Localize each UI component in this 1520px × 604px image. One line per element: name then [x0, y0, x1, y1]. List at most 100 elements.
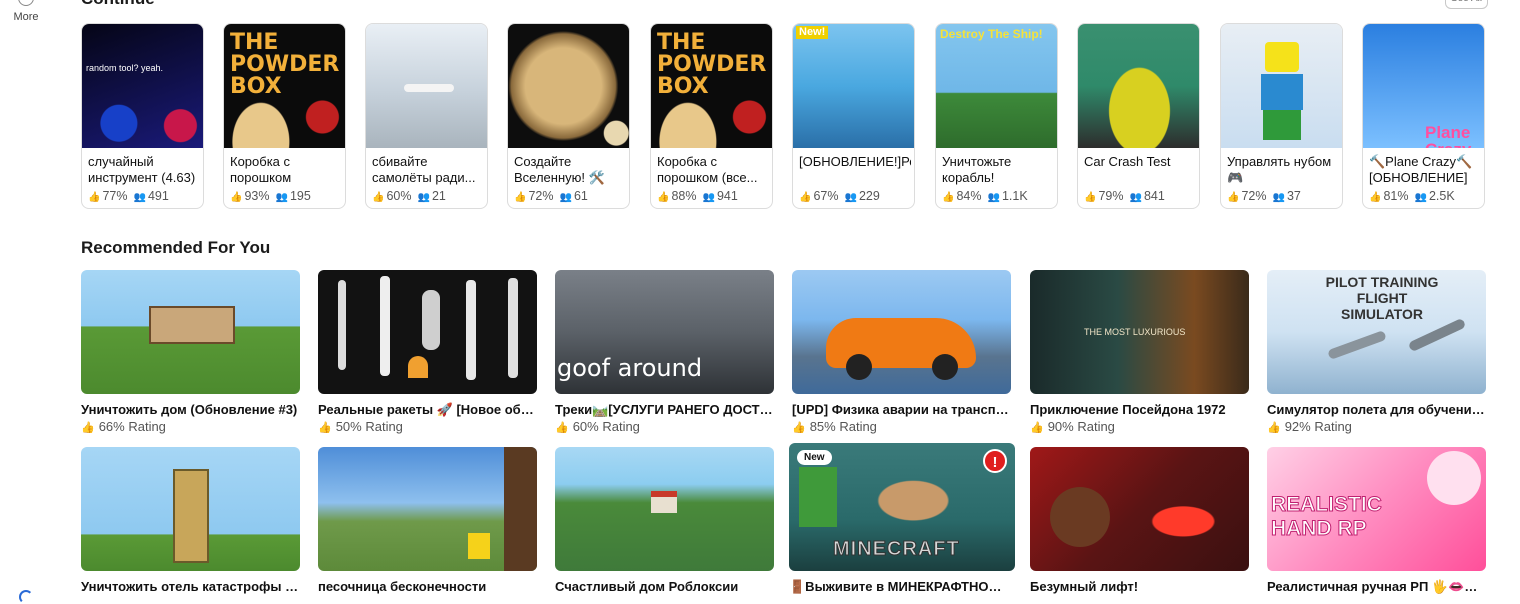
thumbs-up-icon: 👍	[1084, 192, 1097, 203]
rating-value: 66% Rating	[98, 419, 166, 434]
game-title: Коробка с порошком	[230, 154, 292, 185]
thumbs-up-icon: 👍	[799, 192, 812, 203]
game-card[interactable]: Car Crash Test 👍 79% 👥 841	[1077, 23, 1200, 209]
see-all-button[interactable]: See All	[1445, 0, 1488, 9]
rating-value: 72%	[1241, 189, 1267, 203]
game-title: Создайте Вселенную! 🛠️	[514, 154, 605, 185]
rating-value: 88%	[671, 189, 697, 203]
game-rating: 👍 60% Rating	[555, 419, 640, 434]
game-thumbnail	[318, 447, 537, 571]
game-card[interactable]: сбивайте самолёты ради... 👍 60% 👥 21	[365, 23, 488, 209]
recommended-card[interactable]: [UPD] Физика аварии на транспор... 👍 85% …	[792, 270, 1011, 440]
game-card[interactable]: Destroy The Ship! Уничтожьте корабль! 👍 8…	[935, 23, 1058, 209]
recommended-card[interactable]: Безумный лифт!	[1030, 447, 1249, 595]
thumbs-up-icon: 👍	[318, 422, 332, 434]
game-title: [UPD] Физика аварии на транспор...	[792, 402, 1011, 417]
game-card[interactable]: Управлять нубом🎮 👍 72% 👥 37	[1220, 23, 1343, 209]
game-thumbnail: THE POWDER BOX	[651, 24, 772, 148]
more-label[interactable]: More	[0, 11, 52, 23]
players-value: 491	[147, 189, 169, 203]
recommended-card[interactable]: песочница бесконечности	[318, 447, 537, 595]
game-thumbnail	[366, 24, 487, 148]
recommended-section-title: Recommended For You	[81, 238, 271, 257]
players-icon: 👥	[1414, 192, 1427, 203]
game-title: Уничтожить дом (Обновление #3)	[81, 402, 298, 417]
game-thumbnail: New!	[793, 24, 914, 148]
rating-value: 77%	[102, 189, 128, 203]
game-card[interactable]: Plane Crazy 🔨Plane Crazy🔨 [ОБНОВЛЕНИЕ] 👍…	[1362, 23, 1485, 209]
game-thumbnail: PILOT TRAINING FLIGHT SIMULATOR	[1267, 270, 1486, 394]
game-card[interactable]: THE POWDER BOX Коробка с порошком 👍 93% 👥 1…	[223, 23, 346, 209]
game-title: Приключение Посейдона 1972	[1030, 402, 1226, 417]
recommended-card[interactable]: PILOT TRAINING FLIGHT SIMULATOR Симулято…	[1267, 270, 1486, 440]
game-title: Коробка с порошком (все...	[657, 154, 758, 185]
thumbs-up-icon: 👍	[942, 192, 955, 203]
thumbs-up-icon: 👍	[1267, 422, 1281, 434]
thumbs-up-icon: 👍	[88, 192, 101, 203]
loading-icon	[19, 590, 33, 604]
rating-value: 67%	[813, 189, 839, 203]
game-stats: 👍 79% 👥 841	[1084, 189, 1165, 203]
thumbnail-text: THE MOST LUXURIOUS	[1084, 327, 1186, 337]
game-card[interactable]: THE POWDER BOX Коробка с порошком (все..…	[650, 23, 773, 209]
game-stats: 👍 81% 👥 2.5K	[1369, 189, 1455, 203]
game-stats: 👍 72% 👥 37	[1227, 189, 1301, 203]
game-title: Безумный лифт!	[1030, 579, 1139, 594]
thumbs-up-icon: 👍	[1030, 422, 1044, 434]
players-icon: 👥	[559, 192, 572, 203]
thumbs-up-icon: 👍	[1227, 192, 1240, 203]
rating-value: 93%	[244, 189, 270, 203]
game-thumbnail	[792, 270, 1011, 394]
players-value: 229	[858, 189, 880, 203]
recommended-card[interactable]: Реальные ракеты 🚀 [Новое обнов... 👍 50% R…	[318, 270, 537, 440]
game-title: Симулятор полета для обучения п...	[1267, 402, 1486, 417]
rating-value: 79%	[1098, 189, 1124, 203]
game-title: Треки🛤️[УСЛУГИ РАНЕГО ДОСТУПА]	[555, 402, 774, 417]
players-value: 37	[1286, 189, 1301, 203]
players-value: 195	[289, 189, 311, 203]
thumbs-up-icon: 👍	[514, 192, 527, 203]
thumbnail-text: New!	[796, 26, 829, 39]
game-thumbnail: THE MOST LUXURIOUS	[1030, 270, 1249, 394]
recommended-card[interactable]: Уничтожить отель катастрофы [Од...	[81, 447, 300, 595]
game-card[interactable]: New! [ОБНОВЛЕНИЕ!]Реалистичный... 👍67% 👥2…	[792, 23, 915, 209]
game-card[interactable]: Создайте Вселенную! 🛠️ 👍 72% 👥 61	[507, 23, 630, 209]
game-thumbnail	[318, 270, 537, 394]
game-title: [ОБНОВЛЕНИЕ!]Реалистичный...	[799, 154, 911, 169]
game-title: Уничтожьте корабль!	[942, 154, 1012, 185]
thumbs-up-icon: 👍	[555, 422, 569, 434]
rating-value: 84%	[956, 189, 982, 203]
players-value: 1.1K	[1001, 189, 1028, 203]
recommended-card[interactable]: goof around Треки🛤️[УСЛУГИ РАНЕГО ДОСТУП…	[555, 270, 774, 440]
players-icon: 👥	[133, 192, 146, 203]
thumbnail-text: PILOT TRAINING FLIGHT SIMULATOR	[1325, 274, 1439, 322]
new-badge: New	[797, 450, 832, 465]
game-thumbnail	[508, 24, 629, 148]
thumbs-up-icon: 👍	[657, 192, 670, 203]
game-thumbnail	[1030, 447, 1249, 571]
continue-section-title: Continue	[81, 0, 155, 9]
recommended-card[interactable]: Счастливый дом Роблоксии	[555, 447, 774, 595]
game-title: Счастливый дом Роблоксии	[555, 579, 739, 594]
thumbnail-text: random tool? yeah.	[86, 63, 164, 73]
game-thumbnail: Plane Crazy	[1363, 24, 1484, 148]
recommended-card[interactable]: REALISTIC HAND RP Реалистичная ручная РП…	[1267, 447, 1486, 595]
game-thumbnail	[1078, 24, 1199, 148]
recommended-card[interactable]: New ! MINECRAFT 🚪Выживите в МИНЕКРАФТНОМ…	[789, 443, 1015, 595]
recommended-card[interactable]: Уничтожить дом (Обновление #3) 👍 66% Rati…	[81, 270, 300, 440]
game-rating: 👍 50% Rating	[318, 419, 403, 434]
players-icon: 👥	[417, 192, 430, 203]
recommended-card[interactable]: THE MOST LUXURIOUS Приключение Посейдона…	[1030, 270, 1249, 440]
game-thumbnail: goof around	[555, 270, 774, 394]
rating-value: 90% Rating	[1047, 419, 1115, 434]
rating-value: 92% Rating	[1284, 419, 1352, 434]
thumbnail-text: THE POWDER BOX	[657, 30, 767, 99]
more-icon[interactable]	[18, 0, 34, 6]
game-card[interactable]: random tool? yeah. случайный инструмент …	[81, 23, 204, 209]
game-thumbnail: REALISTIC HAND RP	[1267, 447, 1486, 571]
thumbnail-text: THE POWDER BOX	[230, 30, 340, 99]
game-title: песочница бесконечности	[318, 579, 487, 594]
thumbnail-text: MINECRAFT	[833, 538, 960, 560]
game-thumbnail	[81, 270, 300, 394]
players-value: 841	[1143, 189, 1165, 203]
